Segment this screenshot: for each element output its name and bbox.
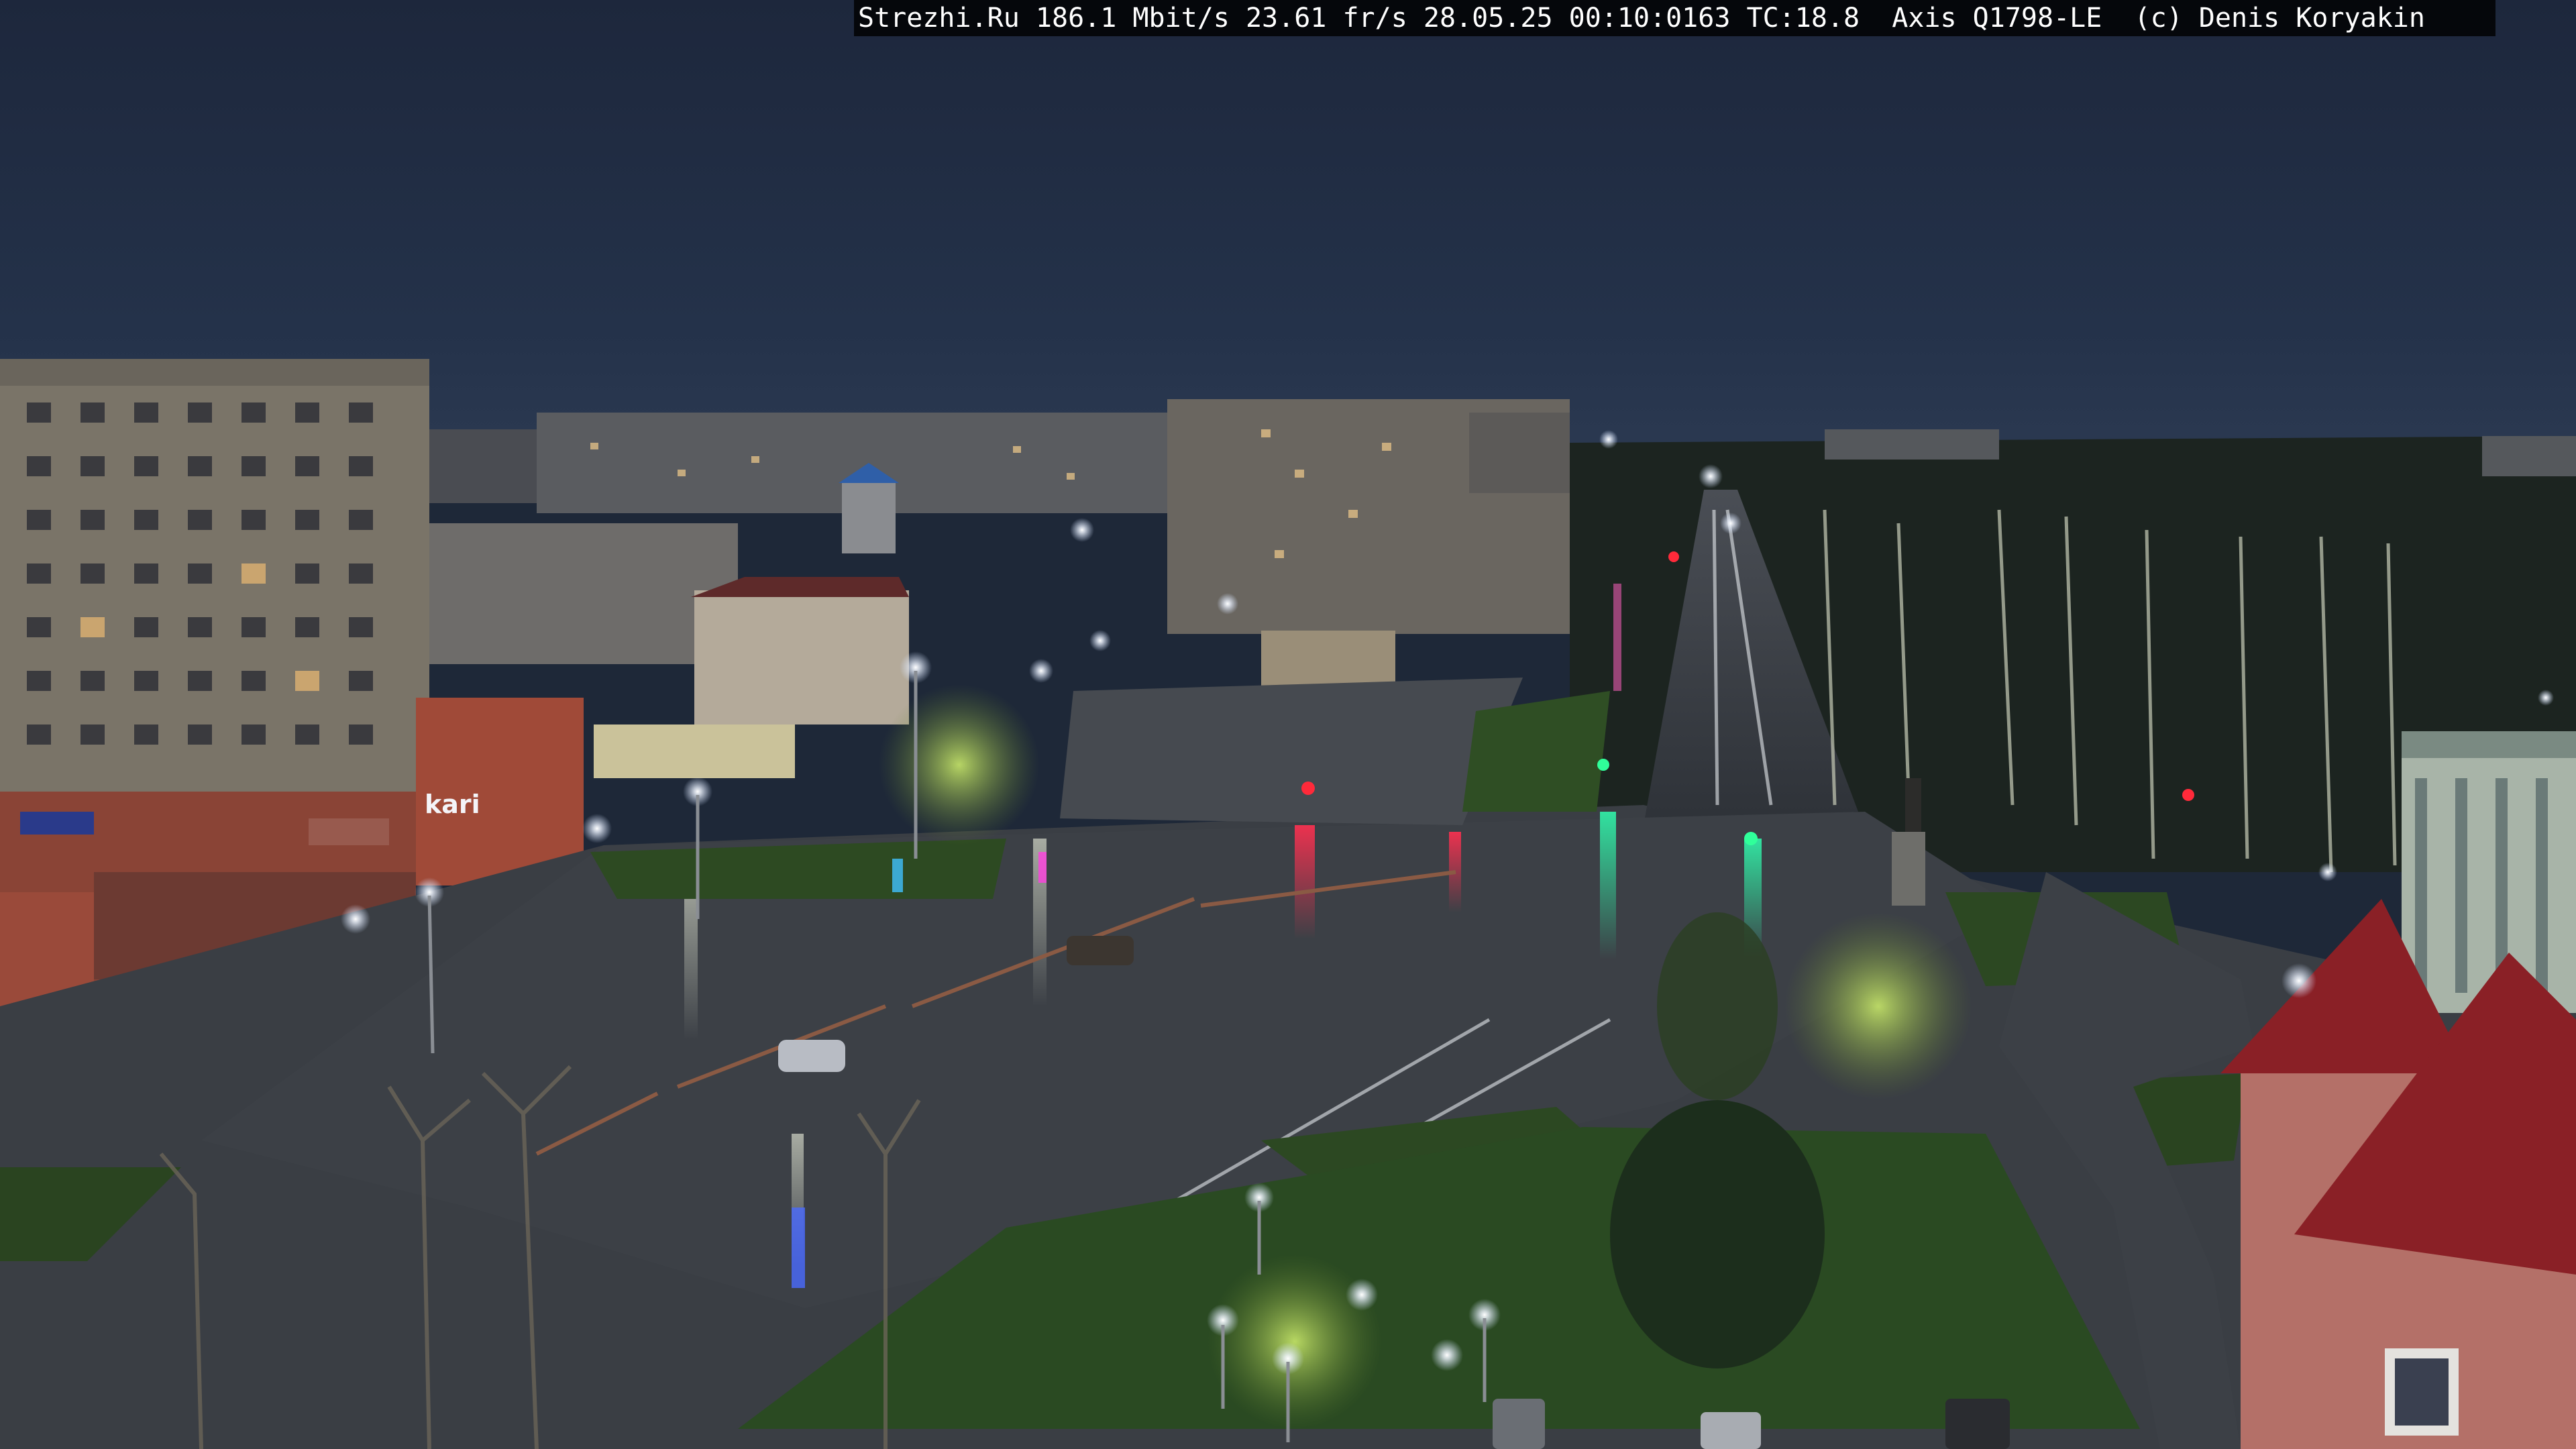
camera-info-overlay: Strezhi.Ru 186.1 Mbit/s 23.61 fr/s 28.05… <box>854 0 2496 36</box>
left-apartment-block <box>0 359 429 792</box>
far-plaza <box>1060 678 1523 825</box>
webcam-frame: kari Strezhi.Ru 186.1 Mbit/s 23.61 fr/s … <box>0 0 2576 1449</box>
city-night-scene: kari <box>0 0 2576 1449</box>
camera-info-text: Strezhi.Ru 186.1 Mbit/s 23.61 fr/s 28.05… <box>858 3 2425 34</box>
right-office-building <box>2402 731 2576 1013</box>
kari-store-sign: kari <box>425 790 480 819</box>
